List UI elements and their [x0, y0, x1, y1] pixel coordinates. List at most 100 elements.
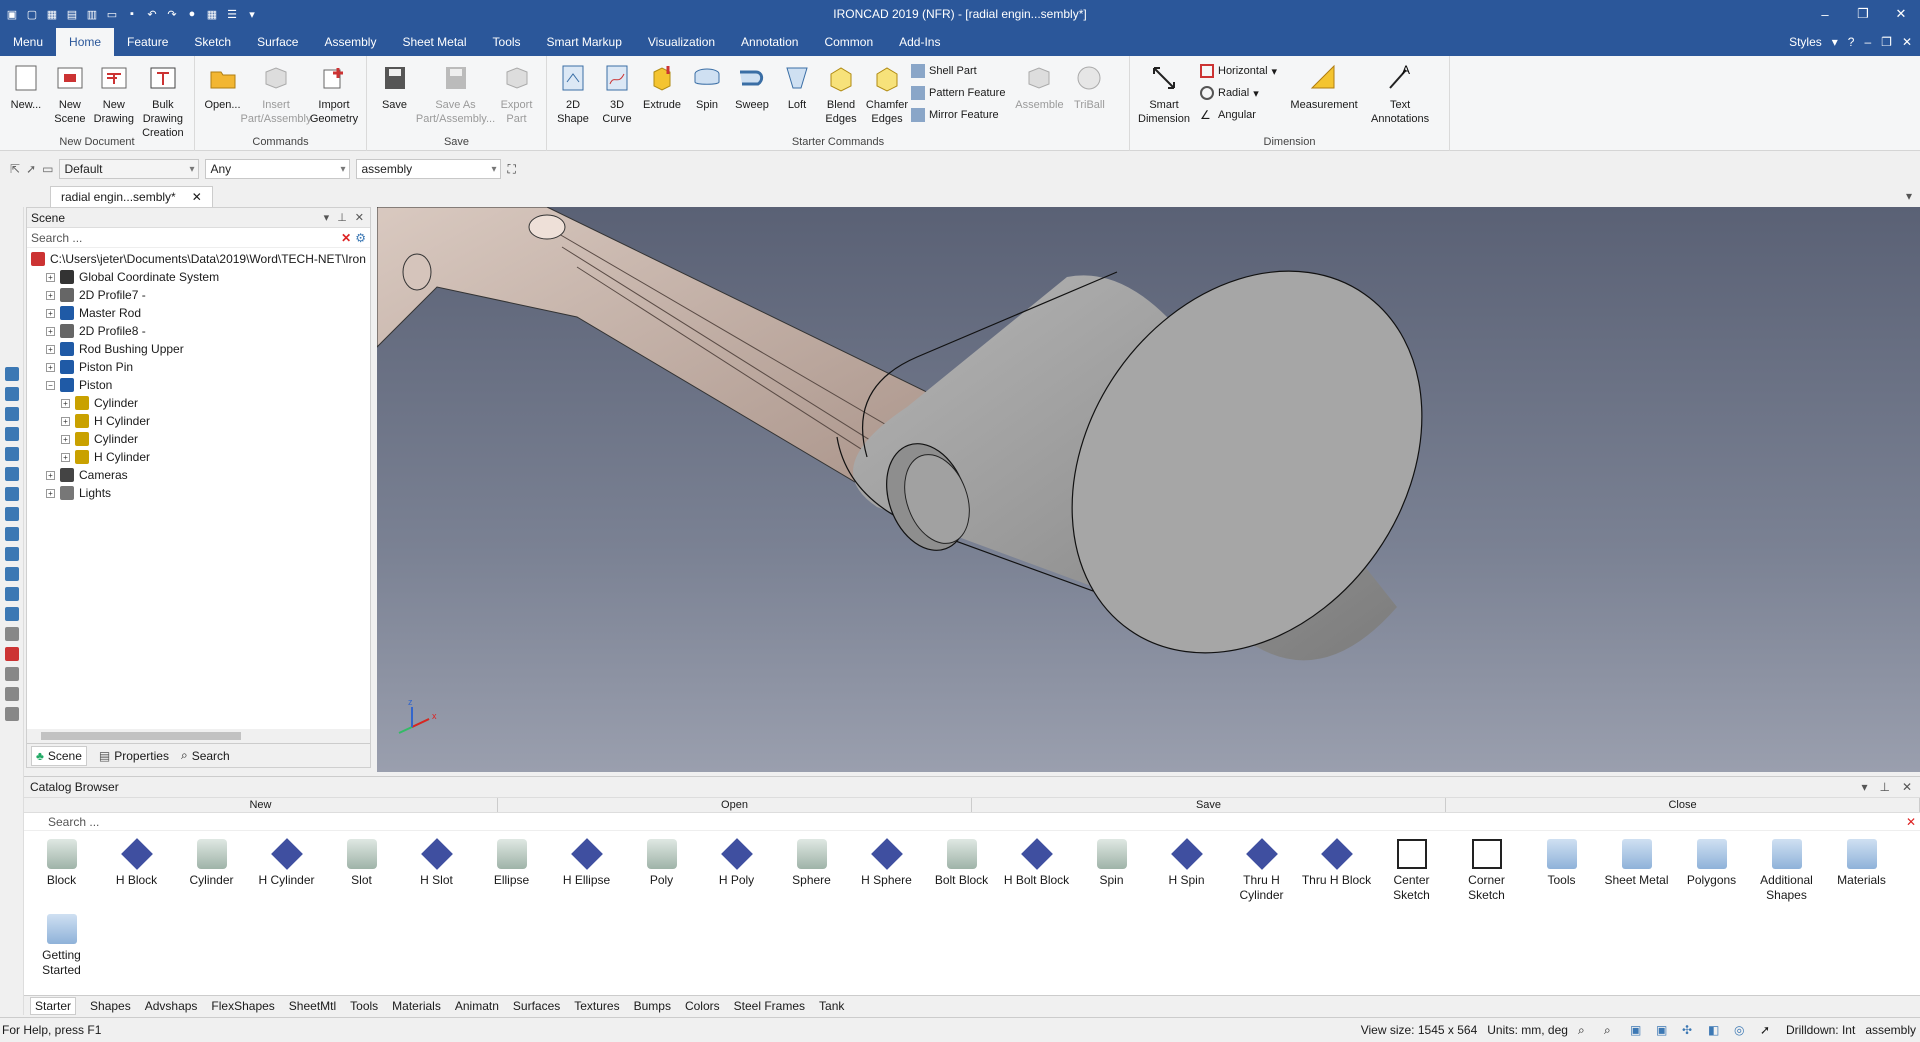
tree-item[interactable]: + Cylinder — [27, 394, 370, 412]
angular-dimension-button[interactable]: ∠ Angular — [1200, 106, 1277, 124]
shell-part-button[interactable]: Shell Part — [911, 62, 1005, 80]
tree-item[interactable]: + H Cylinder — [27, 412, 370, 430]
undo-icon[interactable]: ↶ — [144, 6, 160, 22]
expand-icon[interactable]: + — [46, 272, 55, 282]
tab-add-ins[interactable]: Add-Ins — [886, 28, 953, 56]
list-icon[interactable]: ☰ — [224, 6, 240, 22]
piston[interactable] — [836, 207, 1494, 721]
view-iso-icon[interactable] — [4, 487, 19, 501]
view-cube-icon[interactable]: ▣ — [1656, 1023, 1672, 1037]
tab-properties[interactable]: ▤ Properties — [99, 749, 169, 763]
catalog-item[interactable]: Bolt Block — [924, 839, 999, 914]
scroll-thumb[interactable] — [41, 732, 241, 740]
catalog-item[interactable]: H Block — [99, 838, 174, 914]
horizontal-dimension-button[interactable]: Horizontal ▾ — [1200, 62, 1277, 80]
document-tab[interactable]: radial engin...sembly* ✕ — [50, 186, 213, 207]
scene-hscroll[interactable] — [27, 729, 370, 743]
catalog-item[interactable]: Polygons — [1674, 839, 1749, 914]
view-normal-icon[interactable] — [4, 547, 19, 561]
tree-item[interactable]: + Piston Pin — [27, 358, 370, 376]
catalog-item[interactable]: H Bolt Block — [999, 838, 1074, 914]
catalog-tab[interactable]: Colors — [685, 999, 720, 1013]
tab-sheet-metal[interactable]: Sheet Metal — [389, 28, 479, 56]
catalog-item[interactable]: Spin — [1074, 839, 1149, 914]
new-icon[interactable]: ▢ — [24, 6, 40, 22]
catalog-item[interactable]: H Slot — [399, 838, 474, 914]
tab-home[interactable]: Home — [56, 28, 115, 56]
triad-icon[interactable]: ✣ — [1682, 1023, 1698, 1037]
tree-item[interactable]: + Master Rod — [27, 304, 370, 322]
tree-item[interactable]: + Global Coordinate System — [27, 268, 370, 286]
catalog-tab[interactable]: Materials — [392, 999, 441, 1013]
catalog-new-button[interactable]: New — [24, 798, 498, 812]
clock-tool-icon[interactable] — [4, 707, 19, 721]
catalog-item[interactable]: Additional Shapes — [1749, 839, 1824, 914]
catalog-tab[interactable]: Bumps — [634, 999, 671, 1013]
view-front-icon[interactable] — [4, 367, 19, 381]
catalog-item[interactable]: Getting Started — [24, 914, 99, 989]
catalog-item[interactable]: H Sphere — [849, 838, 924, 914]
master-rod[interactable] — [377, 207, 938, 508]
tab-assembly[interactable]: Assembly — [311, 28, 389, 56]
tab-annotation[interactable]: Annotation — [728, 28, 811, 56]
measure-tool-icon[interactable] — [4, 627, 19, 641]
catalog-item[interactable]: Thru H Block — [1299, 838, 1374, 914]
cursor-icon[interactable]: ⇱ — [10, 162, 20, 176]
redo-icon[interactable]: ↷ — [164, 6, 180, 22]
expand-icon[interactable]: + — [46, 326, 55, 336]
catalog-item[interactable]: Thru H Cylinder — [1224, 838, 1299, 914]
hierarchy-icon[interactable]: ⛶ — [507, 162, 515, 177]
view-fit-icon[interactable] — [4, 587, 19, 601]
catalog-tab[interactable]: Tank — [819, 999, 844, 1013]
catalog-item[interactable]: H Poly — [699, 838, 774, 914]
styles-menu[interactable]: Styles — [1789, 35, 1822, 49]
drilldown-combo[interactable]: Drilldown: Int — [1786, 1023, 1855, 1037]
tab-common[interactable]: Common — [811, 28, 886, 56]
view-back-icon[interactable] — [4, 387, 19, 401]
catalog-close-icon[interactable]: ✕ — [1902, 780, 1912, 794]
catalog-item[interactable]: Corner Sketch — [1449, 839, 1524, 914]
catalog-save-button[interactable]: Save — [972, 798, 1446, 812]
tree-item[interactable]: +2D Profile7 - — [27, 286, 370, 304]
view-dimetric-icon[interactable] — [4, 507, 19, 521]
expand-icon[interactable]: + — [46, 488, 55, 498]
expand-icon[interactable]: + — [46, 344, 55, 354]
open-folder-icon[interactable]: ▭ — [104, 6, 120, 22]
new-drawing-icon[interactable]: ▤ — [64, 6, 80, 22]
tab-sketch[interactable]: Sketch — [181, 28, 244, 56]
tab-menu[interactable]: Menu — [0, 28, 56, 56]
catalog-pin-icon[interactable]: ⊥ — [1879, 780, 1889, 794]
expand-icon[interactable]: + — [46, 308, 55, 318]
filter-icon[interactable]: ▭ — [42, 162, 53, 176]
view-section-icon[interactable] — [4, 607, 19, 621]
status-level-combo[interactable]: assembly — [1865, 1023, 1916, 1037]
catalog-tab[interactable]: Textures — [574, 999, 619, 1013]
collapse-icon[interactable]: − — [46, 380, 55, 390]
customize-qat-icon[interactable]: ▾ — [244, 6, 260, 22]
app-icon[interactable]: ▣ — [4, 6, 20, 22]
catalog-item[interactable]: Poly — [624, 839, 699, 914]
view-trimetric-icon[interactable] — [4, 527, 19, 541]
sphere-icon[interactable]: ● — [184, 6, 200, 22]
catalog-item[interactable]: H Cylinder — [249, 838, 324, 914]
catalog-search[interactable]: Search ... ✕ — [24, 813, 1920, 831]
expand-icon[interactable]: + — [61, 434, 70, 444]
angle-tool-icon[interactable] — [4, 667, 19, 681]
expand-icon[interactable]: + — [61, 416, 70, 426]
tree-item[interactable]: + Cameras — [27, 466, 370, 484]
shading-icon[interactable]: ◧ — [1708, 1023, 1724, 1037]
pattern-feature-button[interactable]: Pattern Feature — [911, 84, 1005, 102]
catalog-tab[interactable]: Animatn — [455, 999, 499, 1013]
tab-feature[interactable]: Feature — [114, 28, 181, 56]
panel-menu-icon[interactable]: ▾ — [324, 211, 330, 224]
pdf-icon[interactable]: ▥ — [84, 6, 100, 22]
catalog-item[interactable]: H Ellipse — [549, 838, 624, 914]
camera-icon[interactable]: ◎ — [1734, 1023, 1750, 1037]
tree-item[interactable]: +2D Profile8 - — [27, 322, 370, 340]
render-mode-icon[interactable]: ▣ — [1630, 1023, 1646, 1037]
catalog-tab[interactable]: Advshaps — [145, 999, 198, 1013]
catalog-tab[interactable]: SheetMtl — [289, 999, 336, 1013]
tabs-dropdown-icon[interactable]: ▾ — [1906, 189, 1912, 203]
chevron-down-icon[interactable]: ▾ — [1832, 35, 1838, 49]
grid-icon[interactable]: ▦ — [204, 6, 220, 22]
